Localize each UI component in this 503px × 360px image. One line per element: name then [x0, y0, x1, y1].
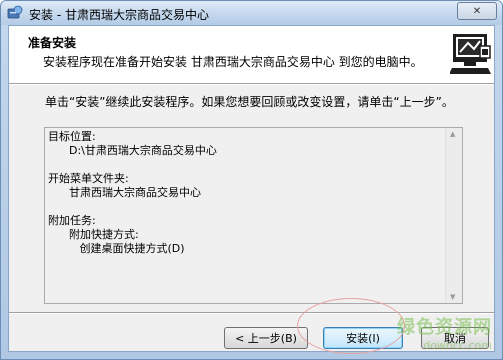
wizard-header: 准备安装 安装程序现在准备开始安装 甘肃西瑞大宗商品交易中心 到您的电脑中。 [9, 26, 494, 83]
scroll-up-icon[interactable]: ▲ [450, 130, 455, 138]
window-title: 安装 - 甘肃西瑞大宗商品交易中心 [29, 8, 209, 22]
computer-setup-icon [449, 32, 492, 76]
close-button[interactable]: ✕ [457, 2, 497, 20]
back-button[interactable]: < 上一步(B) [224, 327, 308, 349]
close-icon: ✕ [472, 5, 482, 17]
page-title: 准备安装 [28, 36, 77, 50]
title-bar[interactable]: 安装 - 甘肃西瑞大宗商品交易中心 ✕ [1, 1, 502, 25]
installer-window: 安装 - 甘肃西瑞大宗商品交易中心 ✕ 准备安装 安装程序现在准备开始安装 甘肃… [0, 0, 503, 360]
watermark-url: downcc.com [423, 339, 492, 352]
ready-memo-text: 目标位置: D:\甘肃西瑞大宗商品交易中心 开始菜单文件夹: 甘肃西瑞大宗商品交… [48, 130, 217, 255]
ready-memo[interactable]: 目标位置: D:\甘肃西瑞大宗商品交易中心 开始菜单文件夹: 甘肃西瑞大宗商品交… [44, 127, 463, 304]
wizard-page: 准备安装 安装程序现在准备开始安装 甘肃西瑞大宗商品交易中心 到您的电脑中。 单… [8, 25, 495, 352]
memo-scrollbar[interactable]: ▲ ▼ [445, 128, 462, 303]
watermark-text: 绿色资源网 [397, 317, 492, 338]
installer-app-icon [7, 5, 23, 21]
page-subtitle: 安装程序现在准备开始安装 甘肃西瑞大宗商品交易中心 到您的电脑中。 [43, 55, 423, 69]
scroll-down-icon[interactable]: ▼ [450, 293, 455, 301]
instruction-text: 单击“安装”继续此安装程序。如果您想要回顾或改变设置，请单击“上一步”。 [45, 95, 454, 109]
header-divider [9, 83, 494, 85]
